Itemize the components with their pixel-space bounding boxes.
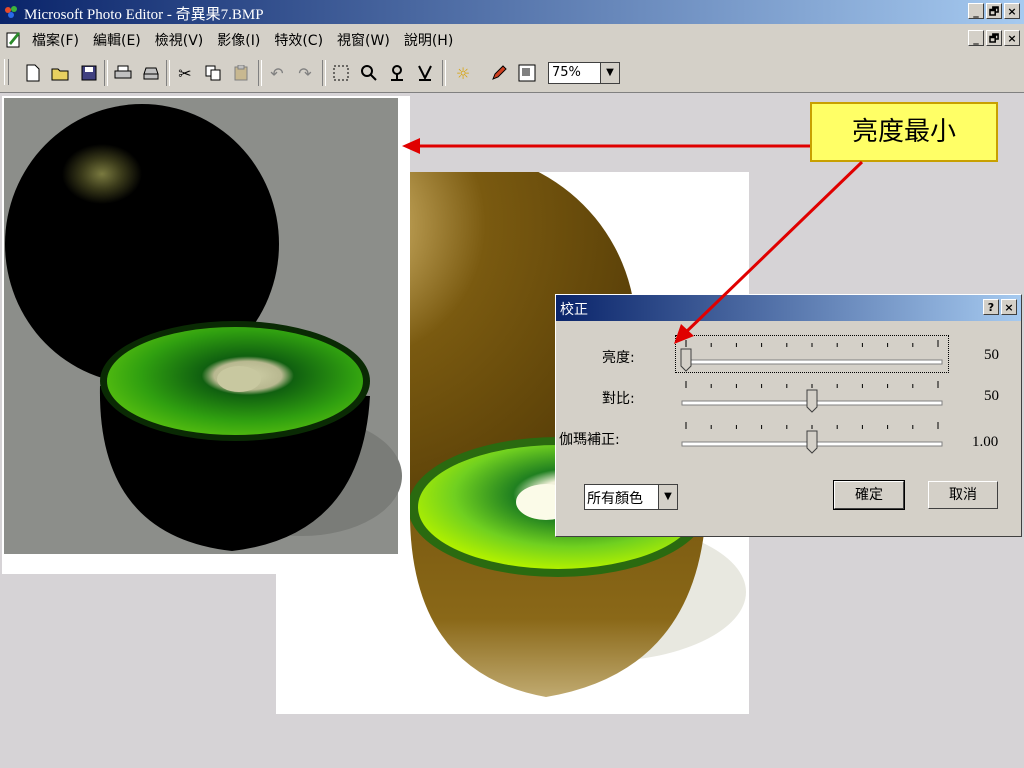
slider-thumb xyxy=(806,430,818,454)
gamma-slider[interactable] xyxy=(676,418,948,454)
window-title: Microsoft Photo Editor - 奇異果7.BMP xyxy=(24,7,264,23)
menu-file[interactable]: 檔案(F) xyxy=(32,30,79,50)
toolbar-separator xyxy=(166,60,170,86)
doc-restore-button[interactable]: 🗗 xyxy=(986,30,1002,46)
chevron-down-icon[interactable]: ▼ xyxy=(658,485,677,509)
menu-edit[interactable]: 編輯(E) xyxy=(93,30,141,50)
toolbar-separator xyxy=(104,60,108,86)
ok-button[interactable]: 確定 xyxy=(833,480,905,510)
contrast-slider[interactable] xyxy=(676,377,948,413)
gamma-label: 伽瑪補正: xyxy=(559,432,620,448)
new-file-icon[interactable] xyxy=(22,62,44,84)
help-button[interactable]: ? xyxy=(983,299,999,315)
brightness-min-callout: 亮度最小 xyxy=(810,102,998,162)
cut-icon[interactable]: ✂ xyxy=(174,62,196,84)
doc-close-button[interactable]: × xyxy=(1004,30,1020,46)
zoom-value: 75% xyxy=(552,65,581,80)
undo-icon[interactable]: ↶ xyxy=(266,62,288,84)
cancel-button[interactable]: 取消 xyxy=(928,481,998,509)
toolbar-separator xyxy=(258,60,262,86)
document-icon[interactable] xyxy=(4,29,24,49)
toolbar-grip[interactable] xyxy=(4,59,9,85)
color-channel-select[interactable]: 所有顏色 ▼ xyxy=(584,484,678,510)
dialog-close-button[interactable]: × xyxy=(1001,299,1017,315)
scan-icon[interactable] xyxy=(140,62,162,84)
brightness-slider[interactable] xyxy=(675,335,949,373)
smudge-icon[interactable] xyxy=(386,62,408,84)
chevron-down-icon[interactable]: ▼ xyxy=(600,63,619,83)
contrast-label: 對比: xyxy=(602,391,635,407)
toolbar-separator xyxy=(442,60,446,86)
title-bar: Microsoft Photo Editor - 奇異果7.BMP _ 🗗 × xyxy=(0,0,1024,24)
brightness-value: 50 xyxy=(984,347,999,363)
color-channel-value: 所有顏色 xyxy=(587,491,643,507)
save-icon[interactable] xyxy=(78,62,100,84)
menu-image[interactable]: 影像(I) xyxy=(217,30,260,50)
brightness-label: 亮度: xyxy=(602,350,635,366)
balance-dialog: 校正 ? × 亮度: 對比: 伽瑪補正: 50 50 1.00 所有顏色 ▼ 確… xyxy=(555,294,1022,537)
select-icon[interactable] xyxy=(330,62,352,84)
slider-thumb xyxy=(680,348,692,372)
print-icon[interactable] xyxy=(112,62,134,84)
open-folder-icon[interactable] xyxy=(50,62,72,84)
doc-minimize-button[interactable]: _ xyxy=(968,30,984,46)
photo-editor-app-icon[interactable] xyxy=(3,4,19,20)
slider-thumb xyxy=(806,389,818,413)
close-button[interactable]: × xyxy=(1004,3,1020,19)
zoom-icon[interactable] xyxy=(358,62,380,84)
menu-help[interactable]: 說明(H) xyxy=(404,30,453,50)
slider-track xyxy=(681,359,943,365)
balance-icon[interactable]: ☼ xyxy=(452,62,474,84)
dialog-title-bar: 校正 ? × xyxy=(556,295,1021,321)
sharpen-icon[interactable] xyxy=(414,62,436,84)
menu-bar: 檔案(F) 編輯(E) 檢視(V) 影像(I) 特效(C) 視窗(W) 說明(H… xyxy=(0,24,1024,54)
menu-window[interactable]: 視窗(W) xyxy=(337,30,390,50)
resize-icon[interactable] xyxy=(516,62,538,84)
restore-button[interactable]: 🗗 xyxy=(986,3,1002,19)
gamma-value: 1.00 xyxy=(972,434,999,450)
menu-effects[interactable]: 特效(C) xyxy=(274,30,323,50)
contrast-value: 50 xyxy=(984,388,999,404)
redo-icon[interactable]: ↷ xyxy=(294,62,316,84)
paste-icon[interactable] xyxy=(230,62,252,84)
minimize-button[interactable]: _ xyxy=(968,3,984,19)
toolbar: ✂ ↶ ↷ ☼ xyxy=(0,54,1024,93)
kiwi-image-darkened[interactable] xyxy=(2,96,410,574)
pen-icon[interactable] xyxy=(488,62,510,84)
dialog-title: 校正 xyxy=(560,302,588,318)
toolbar-separator xyxy=(322,60,326,86)
zoom-select[interactable]: 75% ▼ xyxy=(548,62,620,84)
copy-icon[interactable] xyxy=(202,62,224,84)
menu-view[interactable]: 檢視(V) xyxy=(155,30,204,50)
